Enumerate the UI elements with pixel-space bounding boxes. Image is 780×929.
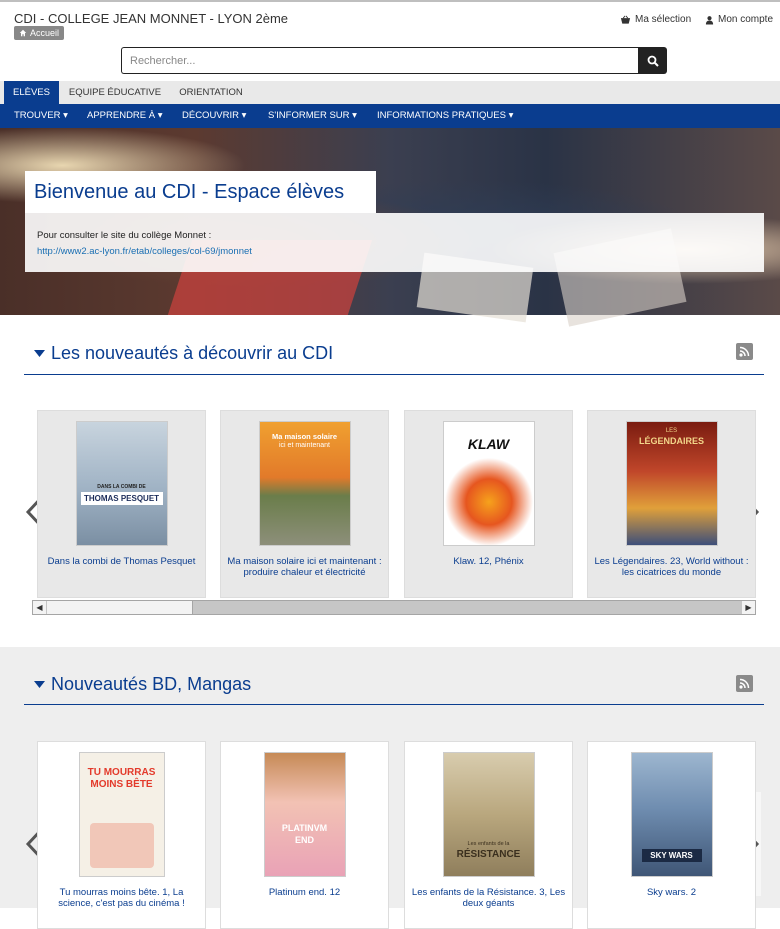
nav-sinformer[interactable]: S'INFORMER SUR ▾: [268, 104, 357, 128]
hero-title-box: Bienvenue au CDI - Espace élèves: [25, 171, 376, 213]
book-card[interactable]: PLATINVM END Platinum end. 12: [220, 741, 389, 929]
rss-icon[interactable]: [736, 343, 753, 360]
hero-title: Bienvenue au CDI - Espace élèves: [34, 180, 345, 203]
cover-text: TU MOURRAS: [87, 767, 156, 778]
book-cover[interactable]: Les enfants de la RÉSISTANCE: [442, 752, 535, 877]
hero-text: Pour consulter le site du collège Monnet…: [37, 230, 212, 241]
rss-icon[interactable]: [736, 675, 753, 692]
user-icon: [705, 15, 714, 24]
scroll-thumb[interactable]: [47, 601, 193, 614]
nav-infos-pratiques-label: INFORMATIONS PRATIQUES: [377, 110, 506, 121]
book-title[interactable]: Les enfants de la Résistance. 3, Les deu…: [411, 887, 566, 909]
cover-text: END: [294, 835, 314, 845]
nav-decouvrir[interactable]: DÉCOUVRIR ▾: [182, 104, 246, 128]
cover-text: LES: [665, 428, 678, 434]
book-card[interactable]: Ma maison solaire ici et maintenant Ma m…: [220, 410, 389, 598]
nav-apprendre-label: APPRENDRE À: [87, 110, 156, 121]
selection-label: Ma sélection: [635, 14, 692, 25]
book-cover[interactable]: SKY WARS: [630, 752, 713, 877]
section-title[interactable]: Nouveautés BD, Mangas: [34, 674, 251, 695]
tab-equipe-educative[interactable]: EQUIPE ÉDUCATIVE: [61, 81, 169, 104]
cover-text: LÉGENDAIRES: [638, 436, 704, 446]
book-title[interactable]: Dans la combi de Thomas Pesquet: [44, 556, 199, 567]
college-site-link[interactable]: http://www2.ac-lyon.fr/etab/colleges/col…: [37, 246, 252, 257]
search-input[interactable]: [121, 47, 638, 74]
cover-text: ici et maintenant: [279, 442, 330, 449]
cover-text: Les enfants de la: [467, 841, 510, 847]
search-button[interactable]: [638, 47, 667, 74]
section-title-text: Nouveautés BD, Mangas: [51, 674, 252, 694]
hero-info-box: [25, 213, 764, 272]
book-title[interactable]: Klaw. 12, Phénix: [411, 556, 566, 567]
home-icon: [19, 29, 27, 37]
tab-orientation[interactable]: ORIENTATION: [171, 81, 251, 104]
search-bar: [121, 47, 667, 74]
book-cover[interactable]: KLAW: [442, 421, 535, 546]
scroll-right-button[interactable]: ▶: [742, 601, 755, 614]
selection-link[interactable]: Ma sélection: [620, 14, 691, 25]
book-cover[interactable]: TU MOURRAS MOINS BÊTE: [78, 752, 165, 877]
cover-text: SKY WARS: [641, 849, 702, 862]
book-title[interactable]: Les Légendaires. 23, World without : les…: [594, 556, 749, 578]
book-cover[interactable]: LES LÉGENDAIRES: [625, 421, 718, 546]
cover-text: DANS LA COMBI DE: [97, 484, 146, 490]
basket-icon: [620, 15, 631, 24]
search-icon: [647, 55, 659, 67]
book-card[interactable]: TU MOURRAS MOINS BÊTE Tu mourras moins b…: [37, 741, 206, 929]
account-label: Mon compte: [718, 14, 774, 25]
book-cover[interactable]: PLATINVM END: [263, 752, 346, 877]
cover-illustration: [89, 823, 154, 868]
book-title[interactable]: Platinum end. 12: [227, 887, 382, 898]
site-title[interactable]: CDI - COLLEGE JEAN MONNET - LYON 2ème: [14, 11, 288, 26]
section-divider: [24, 704, 764, 705]
breadcrumb[interactable]: Accueil: [14, 26, 65, 40]
cover-text: RÉSISTANCE: [456, 849, 521, 860]
section-title[interactable]: Les nouveautés à découvrir au CDI: [34, 343, 333, 364]
scroll-left-button[interactable]: ◀: [33, 601, 46, 614]
cover-text: PLATINVM: [281, 823, 328, 833]
nav-trouver[interactable]: TROUVER ▾: [14, 104, 68, 128]
book-card[interactable]: SKY WARS Sky wars. 2: [587, 741, 756, 929]
section-divider: [24, 374, 764, 375]
cover-text: Ma maison solaire: [271, 432, 338, 441]
top-border: [0, 0, 780, 2]
account-link[interactable]: Mon compte: [705, 14, 773, 25]
book-card[interactable]: DANS LA COMBI DE THOMAS PESQUET Dans la …: [37, 410, 206, 598]
book-card[interactable]: LES LÉGENDAIRES Les Légendaires. 23, Wor…: [587, 410, 756, 598]
book-title[interactable]: Tu mourras moins bête. 1, La science, c'…: [44, 887, 199, 909]
cover-text: KLAW: [467, 436, 510, 452]
horizontal-scrollbar[interactable]: ◀ ▶: [32, 600, 756, 615]
book-cover[interactable]: Ma maison solaire ici et maintenant: [258, 421, 351, 546]
nav-infos-pratiques[interactable]: INFORMATIONS PRATIQUES ▾: [377, 104, 513, 128]
nav-decouvrir-label: DÉCOUVRIR: [182, 110, 240, 121]
book-card[interactable]: KLAW Klaw. 12, Phénix: [404, 410, 573, 598]
cover-text: MOINS BÊTE: [90, 779, 153, 790]
book-title[interactable]: Ma maison solaire ici et maintenant : pr…: [227, 556, 382, 578]
tab-eleves[interactable]: ELÈVES: [4, 81, 59, 104]
nav-sinformer-label: S'INFORMER SUR: [268, 110, 350, 121]
nav-trouver-label: TROUVER: [14, 110, 61, 121]
section-title-text: Les nouveautés à découvrir au CDI: [51, 343, 334, 363]
cover-text: THOMAS PESQUET: [80, 492, 163, 505]
nav-apprendre[interactable]: APPRENDRE À ▾: [87, 104, 163, 128]
book-card[interactable]: Les enfants de la RÉSISTANCE Les enfants…: [404, 741, 573, 929]
caret-down-icon: [34, 680, 45, 688]
breadcrumb-home[interactable]: Accueil: [30, 26, 59, 40]
book-cover[interactable]: DANS LA COMBI DE THOMAS PESQUET: [75, 421, 168, 546]
caret-down-icon: [34, 349, 45, 357]
book-title[interactable]: Sky wars. 2: [594, 887, 749, 898]
